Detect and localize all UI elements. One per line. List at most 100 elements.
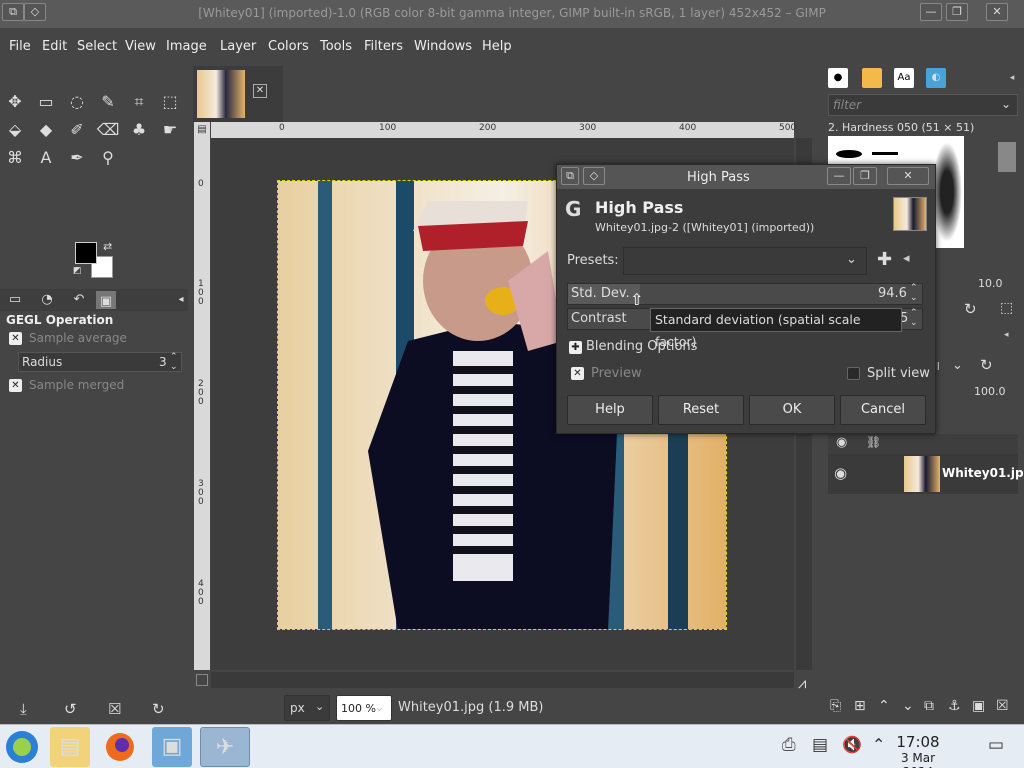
quick-mask-corner-icon[interactable]: ▤	[194, 122, 210, 138]
refresh-brushes-icon[interactable]: ↻	[964, 300, 977, 318]
lasso-icon[interactable]: ◌	[65, 90, 89, 114]
help-button[interactable]: Help	[567, 395, 653, 425]
open-brush-editor-icon[interactable]: ⬚	[1000, 300, 1013, 316]
dialog-minimize-icon[interactable]: —	[827, 167, 851, 185]
start-menu-icon[interactable]	[2, 727, 42, 767]
filter-input[interactable]: filter ⌄	[828, 94, 1018, 116]
tool-options-tab-icon[interactable]: ▭	[0, 289, 30, 311]
paintbrush-icon[interactable]: ✐	[65, 118, 89, 142]
clock[interactable]: 17:08 3 Mar 2024	[888, 733, 948, 768]
maximize-icon[interactable]: ❐	[946, 3, 968, 21]
mode-dropdown-icon[interactable]: ⌄	[952, 358, 963, 373]
menu-help[interactable]: Help	[482, 39, 512, 54]
contrast-stepper-icon[interactable]: ⌃ ⌄	[910, 308, 918, 328]
blending-options-expander-icon[interactable]: ✚	[569, 341, 582, 354]
undo-history-tab-icon[interactable]: ↶	[64, 289, 94, 311]
radius-field[interactable]: Radius 3 ⌃ ⌄	[18, 352, 182, 372]
system-settings-icon[interactable]: ▣	[152, 727, 192, 767]
notifications-icon[interactable]: ▤	[812, 735, 828, 755]
layer-row[interactable]: ◉ Whitey01.jpg	[828, 454, 1024, 494]
menu-edit[interactable]: Edit	[42, 39, 67, 54]
menu-tools[interactable]: Tools	[320, 39, 352, 54]
radius-stepper-icon[interactable]: ⌃ ⌄	[170, 352, 178, 372]
menu-filters[interactable]: Filters	[364, 39, 403, 54]
warp-icon[interactable]: ⬙	[3, 118, 27, 142]
new-layer-icon[interactable]: ⎘	[830, 698, 841, 714]
move-icon[interactable]: ✥	[3, 90, 27, 114]
dialog-keep-above-icon[interactable]: ◇	[583, 167, 605, 185]
paths-icon[interactable]: ⌘	[3, 146, 27, 170]
eye-icon[interactable]: ◉	[834, 464, 847, 482]
clipboard-icon[interactable]: ⎙	[782, 735, 796, 755]
new-group-icon[interactable]: ⊞	[854, 698, 866, 714]
configure-tab-icon[interactable]: ◂	[166, 289, 196, 311]
std-dev-slider[interactable]: Std. Dev. 94.6 ⌃ ⌄	[567, 283, 923, 305]
unit-select[interactable]: px ⌄	[284, 695, 330, 721]
swap-colors-icon[interactable]: ⇄	[103, 240, 112, 253]
palettes-tab-icon[interactable]: ◐	[926, 68, 946, 88]
zoom-box-icon[interactable]	[196, 674, 208, 686]
dialog-menu-icon[interactable]: ⧉	[561, 167, 579, 185]
rect-select-icon[interactable]: ▭	[34, 90, 58, 114]
save-options-icon[interactable]: ⤓	[20, 700, 27, 718]
gimp-taskbar-icon[interactable]: ✈	[200, 727, 250, 767]
menu-windows[interactable]: Windows	[414, 39, 472, 54]
menu-select[interactable]: Select	[77, 39, 117, 54]
menu-file[interactable]: File	[9, 39, 31, 54]
configure-layers-tab-icon[interactable]: ◂	[1004, 330, 1009, 340]
crop-icon[interactable]: ⌗	[127, 90, 151, 114]
dialog-maximize-icon[interactable]: ❐	[853, 167, 877, 185]
anchor-layer-icon[interactable]: ⚓	[948, 698, 961, 714]
menu-layer[interactable]: Layer	[220, 39, 256, 54]
fuzzy-select-icon[interactable]: ✎	[96, 90, 120, 114]
horizontal-scrollbar[interactable]	[211, 672, 794, 688]
reset-button[interactable]: Reset	[658, 395, 744, 425]
reset-options-icon[interactable]: ↻	[152, 700, 165, 718]
manage-presets-icon[interactable]: ◂	[903, 251, 910, 266]
sample-average-checkbox[interactable]: ✕	[9, 332, 22, 345]
eraser-icon[interactable]: ⌫	[96, 118, 120, 142]
image-tab[interactable]: ✕	[193, 66, 283, 122]
configure-tab-icon[interactable]: ◂	[1002, 68, 1022, 88]
delete-options-icon[interactable]: ☒	[108, 700, 121, 718]
default-colors-icon[interactable]: ◩	[73, 266, 82, 276]
close-image-icon[interactable]: ✕	[253, 84, 267, 98]
restore-options-icon[interactable]: ↺	[64, 700, 77, 718]
firefox-icon[interactable]	[100, 727, 140, 767]
brushes-scrollbar[interactable]	[998, 142, 1016, 172]
preview-checkbox[interactable]: ✕	[571, 367, 584, 380]
zoom-icon[interactable]: ⚲	[96, 146, 120, 170]
tray-expand-icon[interactable]: ⌃	[872, 735, 885, 754]
fonts-tab-icon[interactable]: Aa	[894, 68, 914, 88]
lower-layer-icon[interactable]: ⌄	[902, 698, 914, 714]
dialog-titlebar[interactable]: ⧉ ◇ High Pass — ❐ ✕	[557, 165, 935, 189]
clone-icon[interactable]: ♣	[127, 118, 151, 142]
device-status-tab-icon[interactable]: ◔	[32, 289, 62, 311]
menu-view[interactable]: View	[125, 39, 156, 54]
close-icon[interactable]: ✕	[986, 3, 1008, 21]
std-dev-stepper-icon[interactable]: ⌃ ⌄	[910, 283, 918, 303]
volume-muted-icon[interactable]: 🔇	[842, 735, 862, 754]
minimize-icon[interactable]: —	[920, 3, 942, 21]
menu-image[interactable]: Image	[166, 39, 207, 54]
navigate-icon[interactable]: ⩘	[798, 674, 806, 692]
mask-layer-icon[interactable]: ▣	[972, 698, 985, 714]
smudge-icon[interactable]: ☛	[158, 118, 182, 142]
foreground-color-swatch[interactable]	[75, 242, 97, 264]
dialog-close-icon[interactable]: ✕	[887, 167, 929, 185]
presets-combo[interactable]: ⌄	[623, 247, 867, 275]
text-icon[interactable]: A	[34, 146, 58, 170]
patterns-tab-icon[interactable]	[862, 68, 882, 88]
color-picker-icon[interactable]: ✒	[65, 146, 89, 170]
zoom-dropdown-icon[interactable]: ⌄	[374, 700, 385, 715]
add-preset-icon[interactable]: ✚	[877, 249, 892, 270]
menu-colors[interactable]: Colors	[268, 39, 309, 54]
show-desktop-icon[interactable]: ▭	[988, 735, 1004, 755]
delete-layer-icon[interactable]: ☒	[996, 698, 1009, 714]
mode-reset-icon[interactable]: ↻	[980, 356, 993, 374]
transform-icon[interactable]: ⬚	[158, 90, 182, 114]
cancel-button[interactable]: Cancel	[840, 395, 926, 425]
images-tab-icon[interactable]: ▣	[96, 291, 116, 309]
ok-button[interactable]: OK	[749, 395, 835, 425]
duplicate-layer-icon[interactable]: ⧉	[924, 698, 934, 714]
